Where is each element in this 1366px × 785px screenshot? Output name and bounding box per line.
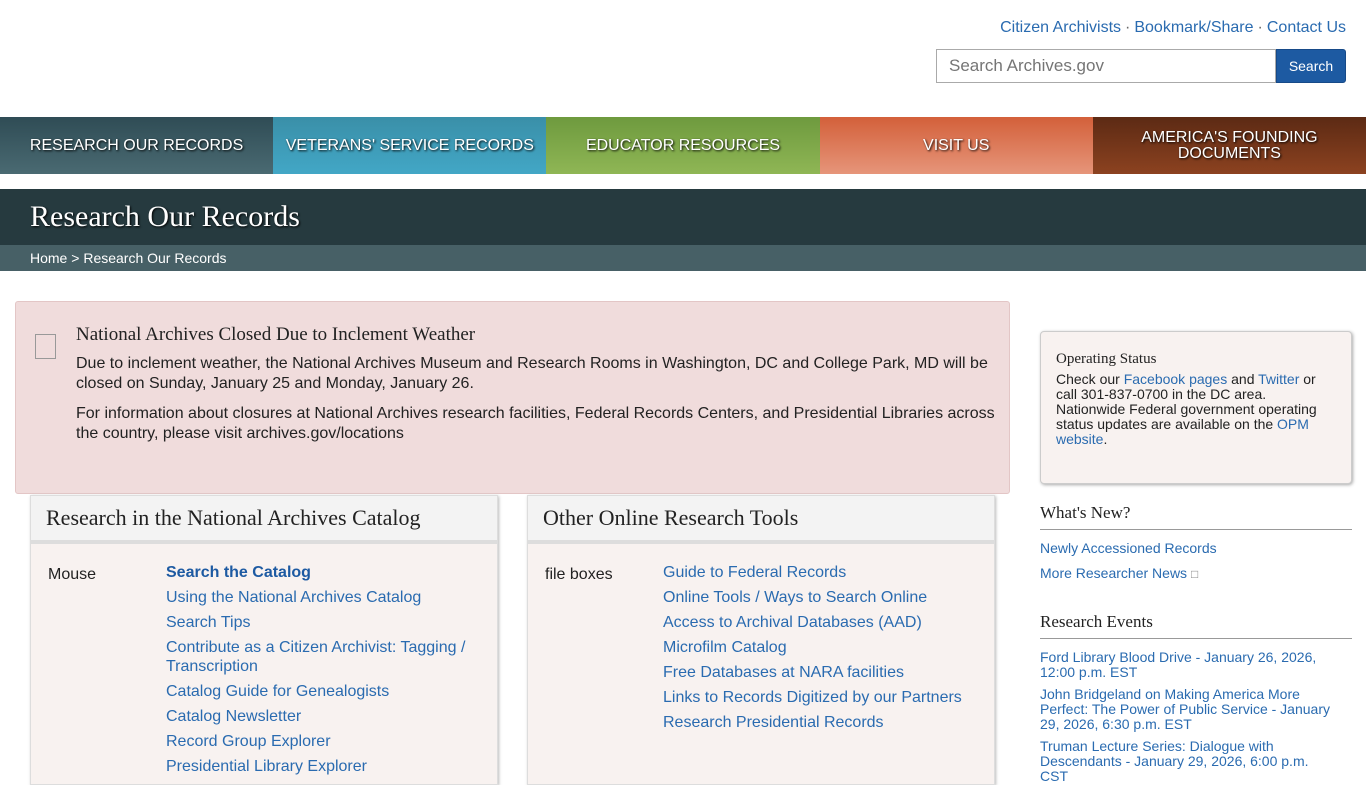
breadcrumb-home[interactable]: Home xyxy=(30,250,67,266)
alert-icon xyxy=(35,334,56,359)
catalog-link[interactable]: Search Tips xyxy=(166,614,250,631)
catalog-link[interactable]: Catalog Guide for Genealogists xyxy=(166,683,389,700)
nav-research[interactable]: RESEARCH OUR RECORDS xyxy=(0,117,273,174)
events-title: Research Events xyxy=(1040,612,1352,639)
catalog-link[interactable]: Catalog Newsletter xyxy=(166,708,301,725)
site-search: Search xyxy=(936,49,1346,83)
status-text: . xyxy=(1103,431,1107,447)
catalog-panel: Research in the National Archives Catalo… xyxy=(30,495,498,785)
whats-new-title: What's New? xyxy=(1040,503,1352,530)
event-link[interactable]: John Bridgeland on Making America More P… xyxy=(1040,687,1340,732)
search-button[interactable]: Search xyxy=(1276,49,1346,83)
utility-links: Citizen Archivists·Bookmark/Share·Contac… xyxy=(1000,19,1346,37)
link-label: More Researcher News xyxy=(1040,565,1187,581)
catalog-link[interactable]: Presidential Library Explorer xyxy=(166,758,367,775)
title-bar: Research Our Records xyxy=(0,189,1366,245)
tools-link[interactable]: Microfilm Catalog xyxy=(663,639,787,656)
contact-us-link[interactable]: Contact Us xyxy=(1267,19,1346,36)
status-text: and xyxy=(1227,371,1258,387)
nav-founding-docs[interactable]: AMERICA'S FOUNDING DOCUMENTS xyxy=(1093,117,1366,174)
newly-accessioned-link[interactable]: Newly Accessioned Records xyxy=(1040,541,1340,556)
alert-text: For information about closures at Nation… xyxy=(76,404,1001,444)
nav-educator[interactable]: EDUCATOR RESOURCES xyxy=(546,117,819,174)
breadcrumb: Home > Research Our Records xyxy=(0,245,1366,271)
main-nav: RESEARCH OUR RECORDS VETERANS' SERVICE R… xyxy=(0,117,1366,174)
status-text: Check our xyxy=(1056,371,1124,387)
tools-link[interactable]: Online Tools / Ways to Search Online xyxy=(663,589,927,606)
breadcrumb-current: Research Our Records xyxy=(83,250,226,266)
page-title: Research Our Records xyxy=(30,200,300,234)
separator: · xyxy=(1258,19,1263,36)
tools-link[interactable]: Access to Archival Databases (AAD) xyxy=(663,614,922,631)
status-title: Operating Status xyxy=(1056,352,1336,367)
file-boxes-image: file boxes xyxy=(545,566,613,584)
tools-panel: Other Online Research Tools file boxes G… xyxy=(527,495,995,785)
operating-status: Operating Status Check our Facebook page… xyxy=(1040,331,1352,484)
catalog-link[interactable]: Contribute as a Citizen Archivist: Taggi… xyxy=(166,639,465,675)
nav-visit[interactable]: VISIT US xyxy=(820,117,1093,174)
panel-title: Other Online Research Tools xyxy=(528,496,994,544)
external-link-icon: □ xyxy=(1191,567,1198,581)
search-input[interactable] xyxy=(936,49,1276,83)
twitter-link[interactable]: Twitter xyxy=(1258,371,1299,387)
panel-title: Research in the National Archives Catalo… xyxy=(31,496,497,544)
catalog-link[interactable]: Using the National Archives Catalog xyxy=(166,589,421,606)
catalog-link[interactable]: Record Group Explorer xyxy=(166,733,331,750)
tools-link[interactable]: Guide to Federal Records xyxy=(663,564,846,581)
weather-alert: National Archives Closed Due to Inclemen… xyxy=(15,301,1010,494)
catalog-link[interactable]: Search the Catalog xyxy=(166,564,311,581)
tools-link[interactable]: Research Presidential Records xyxy=(663,714,884,731)
alert-text: Due to inclement weather, the National A… xyxy=(76,354,1001,394)
citizen-archivists-link[interactable]: Citizen Archivists xyxy=(1000,19,1121,36)
separator: · xyxy=(1125,19,1130,36)
event-link[interactable]: Ford Library Blood Drive - January 26, 2… xyxy=(1040,650,1340,680)
breadcrumb-sep: > xyxy=(67,250,83,266)
tools-link[interactable]: Free Databases at NARA facilities xyxy=(663,664,904,681)
nav-veterans[interactable]: VETERANS' SERVICE RECORDS xyxy=(273,117,546,174)
tools-link[interactable]: Links to Records Digitized by our Partne… xyxy=(663,689,962,706)
event-link[interactable]: Truman Lecture Series: Dialogue with Des… xyxy=(1040,739,1340,784)
mouse-image: Mouse xyxy=(48,566,96,584)
facebook-link[interactable]: Facebook pages xyxy=(1124,371,1228,387)
bookmark-share-link[interactable]: Bookmark/Share xyxy=(1134,19,1253,36)
more-news-link[interactable]: More Researcher News □ xyxy=(1040,566,1198,582)
alert-title: National Archives Closed Due to Inclemen… xyxy=(76,324,475,346)
